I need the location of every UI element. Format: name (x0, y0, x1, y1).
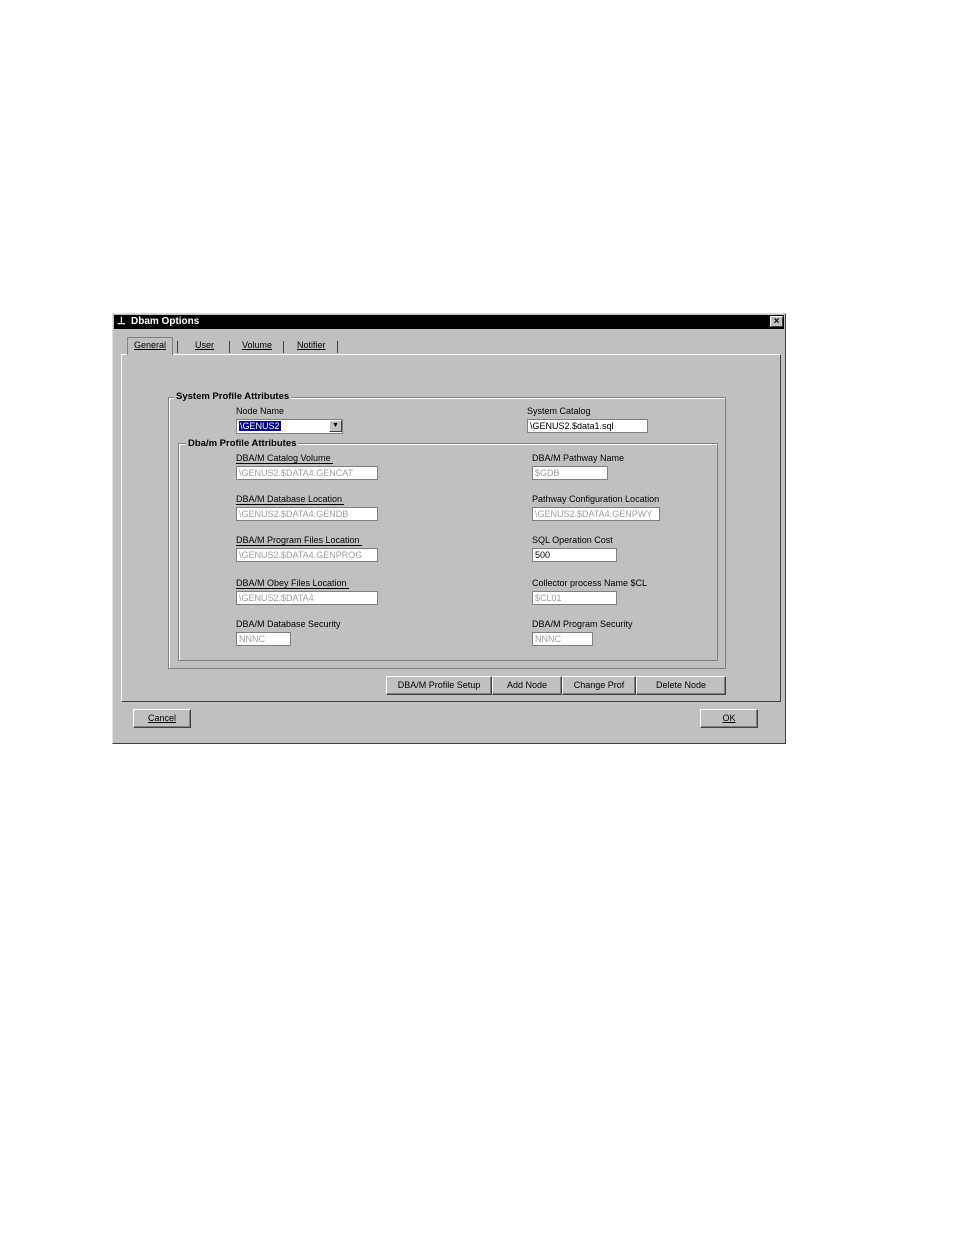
change-prof-button[interactable]: Change Prof (562, 676, 636, 695)
general-tab-panel: System Profile Attributes Node Name \GEN… (121, 354, 781, 702)
delete-node-button[interactable]: Delete Node (636, 676, 726, 695)
database-location-label: DBA/M Database Location (236, 494, 345, 505)
pathway-name-label: DBA/M Pathway Name (532, 453, 625, 463)
system-profile-legend: System Profile Attributes (174, 391, 292, 402)
node-name-combobox[interactable]: \GENUS2 ▼ (236, 419, 343, 434)
catalog-volume-label: DBA/M Catalog Volume (236, 453, 333, 464)
pathway-config-input[interactable]: \GENUS2.$DATA4.GENPWY (532, 507, 660, 521)
database-location-input[interactable]: \GENUS2.$DATA4.GENDB (236, 507, 378, 521)
program-files-label: DBA/M Program Files Location (236, 535, 362, 546)
tab-separator (229, 341, 230, 353)
close-button[interactable]: × (770, 316, 783, 327)
obey-files-label: DBA/M Obey Files Location (236, 578, 349, 589)
program-security-label: DBA/M Program Security (532, 619, 633, 629)
dbam-profile-legend: Dba/m Profile Attributes (186, 438, 299, 449)
system-catalog-label: System Catalog (527, 406, 591, 416)
node-name-value: \GENUS2 (239, 421, 281, 431)
title-bar[interactable]: ⊥ Dbam Options × (114, 315, 784, 329)
sql-cost-label: SQL Operation Cost (532, 535, 613, 545)
dbam-icon: ⊥ (117, 316, 126, 327)
sql-cost-input[interactable]: 500 (532, 548, 617, 562)
obey-files-input[interactable]: \GENUS2.$DATA4 (236, 591, 378, 605)
db-security-input[interactable]: NNNC (236, 632, 291, 646)
cancel-button[interactable]: Cancel (133, 709, 191, 728)
chevron-down-icon[interactable]: ▼ (329, 420, 342, 432)
node-name-label: Node Name (236, 406, 285, 416)
pathway-config-label: Pathway Configuration Location (532, 494, 660, 504)
tab-user[interactable]: User (189, 338, 220, 354)
ok-button-label: OK (722, 713, 736, 723)
tab-separator (337, 341, 338, 353)
program-security-input[interactable]: NNNC (532, 632, 593, 646)
catalog-volume-input[interactable]: \GENUS2.$DATA4.GENCAT (236, 466, 378, 480)
add-node-button[interactable]: Add Node (492, 676, 562, 695)
dbam-options-dialog: ⊥ Dbam Options × General User Volume Not… (112, 313, 786, 744)
tab-general[interactable]: General (127, 337, 174, 355)
tab-volume[interactable]: Volume (236, 338, 278, 354)
pathway-name-input[interactable]: $GDB (532, 466, 608, 480)
window-title: Dbam Options (131, 316, 200, 327)
tab-notifier[interactable]: Notifier (291, 338, 332, 354)
collector-input[interactable]: $CL01 (532, 591, 617, 605)
collector-label: Collector process Name $CL (532, 578, 648, 588)
tab-separator (283, 341, 284, 353)
profile-setup-button[interactable]: DBA/M Profile Setup (386, 676, 492, 695)
cancel-button-label: Cancel (147, 713, 176, 723)
db-security-label: DBA/M Database Security (236, 619, 341, 629)
ok-button[interactable]: OK (700, 709, 758, 728)
system-catalog-input[interactable]: \GENUS2.$data1.sql (527, 419, 648, 433)
program-files-input[interactable]: \GENUS2.$DATA4.GENPROG (236, 548, 378, 562)
tab-separator (177, 341, 178, 353)
